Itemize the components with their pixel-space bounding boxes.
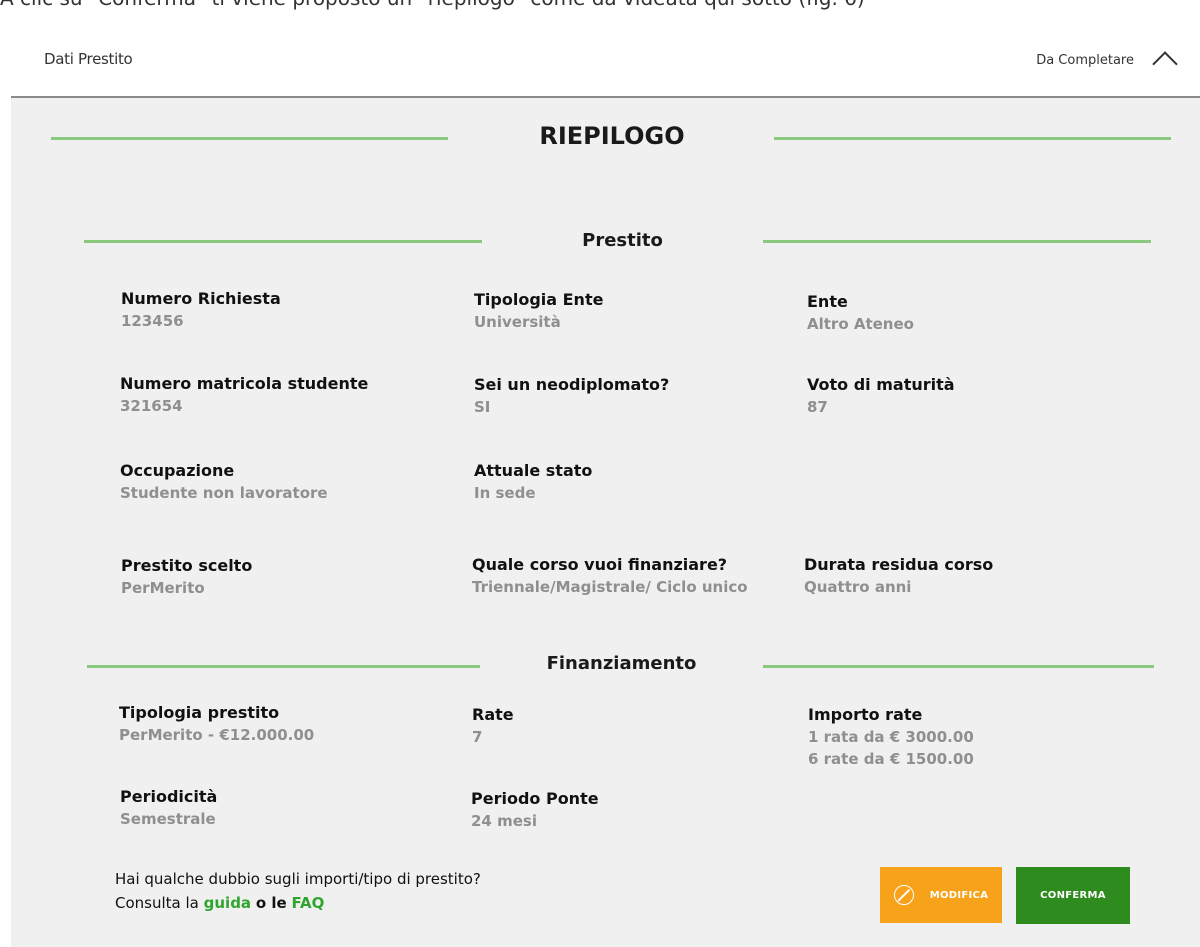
field-importo-rate: Importo rate 1 rata da € 3000.00 6 rate …: [808, 704, 974, 770]
help-text: Hai qualche dubbio sugli importi/tipo di…: [115, 867, 481, 915]
field-value: Altro Ateneo: [807, 315, 914, 333]
field-value: 321654: [120, 397, 183, 415]
field-numero-richiesta: Numero Richiesta 123456: [121, 288, 281, 332]
divider-line: [84, 240, 482, 243]
field-value: 6 rate da € 1500.00: [808, 750, 974, 768]
field-voto: Voto di maturità 87: [807, 374, 955, 418]
field-label: Voto di maturità: [807, 375, 955, 394]
divider-line: [763, 240, 1151, 243]
status-label: Da Completare: [1036, 53, 1134, 68]
field-value: 123456: [121, 312, 184, 330]
field-prestito-scelto: Prestito scelto PerMerito: [121, 555, 252, 599]
divider-line: [774, 137, 1171, 140]
field-label: Ente: [807, 292, 848, 311]
field-value: PerMerito: [121, 579, 205, 597]
field-label: Tipologia prestito: [119, 703, 280, 722]
field-value: Studente non lavoratore: [120, 484, 328, 502]
field-value: Semestrale: [120, 810, 216, 828]
field-label: Quale corso vuoi finanziare?: [472, 555, 728, 574]
field-corso: Quale corso vuoi finanziare? Triennale/M…: [472, 554, 748, 598]
field-label: Tipologia Ente: [474, 290, 604, 309]
field-ente: Ente Altro Ateneo: [807, 291, 914, 335]
field-occupazione: Occupazione Studente non lavoratore: [120, 460, 328, 504]
field-value: 24 mesi: [471, 812, 537, 830]
field-value: PerMerito - €12.000.00: [119, 726, 315, 744]
field-value: Quattro anni: [804, 578, 912, 596]
field-value: Università: [474, 313, 561, 331]
help-prefix: Consulta la: [115, 894, 199, 912]
conferma-label: CONFERMA: [1040, 890, 1106, 901]
guida-link[interactable]: guida: [204, 894, 251, 912]
prestito-title: Prestito: [582, 230, 663, 251]
field-label: Importo rate: [808, 705, 923, 724]
field-value: 1 rata da € 3000.00: [808, 728, 974, 746]
field-value: SI: [474, 398, 491, 416]
field-value: 87: [807, 398, 828, 416]
section-header[interactable]: Dati Prestito Da Completare: [11, 22, 1200, 98]
field-durata: Durata residua corso Quattro anni: [804, 554, 993, 598]
caption-text: A clic su "Conferma" ti viene proposto u…: [0, 0, 1200, 10]
field-periodo-ponte: Periodo Ponte 24 mesi: [471, 788, 599, 832]
field-label: Periodo Ponte: [471, 789, 599, 808]
divider-line: [51, 137, 448, 140]
field-label: Durata residua corso: [804, 555, 994, 574]
field-label: Numero Richiesta: [121, 289, 281, 308]
faq-link[interactable]: FAQ: [291, 894, 324, 912]
field-label: Sei un neodiplomato?: [474, 375, 670, 394]
field-label: Rate: [472, 705, 514, 724]
modifica-label: MODIFICA: [929, 889, 989, 901]
field-label: Periodicità: [120, 787, 218, 806]
field-value: In sede: [474, 484, 536, 502]
ban-icon: [893, 885, 914, 905]
chevron-up-icon[interactable]: [1152, 51, 1178, 77]
help-line-1: Hai qualche dubbio sugli importi/tipo di…: [115, 870, 481, 888]
help-middle: o le: [255, 894, 287, 912]
conferma-button[interactable]: CONFERMA: [1016, 867, 1130, 924]
field-periodicita: Periodicità Semestrale: [120, 786, 217, 830]
finanziamento-title: Finanziamento: [546, 653, 697, 674]
field-label: Attuale stato: [474, 461, 593, 480]
field-value: Triennale/Magistrale/ Ciclo unico: [472, 578, 748, 596]
modifica-button[interactable]: MODIFICA: [880, 867, 1002, 923]
field-stato: Attuale stato In sede: [474, 460, 592, 504]
field-value: 7: [472, 728, 483, 746]
summary-title: RIEPILOGO: [539, 122, 685, 150]
field-tipologia-prestito: Tipologia prestito PerMerito - €12.000.0…: [119, 702, 314, 746]
field-label: Prestito scelto: [121, 556, 253, 575]
section-title: Dati Prestito: [44, 50, 133, 68]
divider-line: [87, 665, 480, 668]
field-neodiplomato: Sei un neodiplomato? SI: [474, 374, 669, 418]
help-line-2: Consulta la guida o le FAQ: [115, 891, 481, 915]
field-matricola: Numero matricola studente 321654: [120, 373, 368, 417]
field-label: Numero matricola studente: [120, 374, 369, 393]
field-rate: Rate 7: [472, 704, 514, 748]
field-tipologia-ente: Tipologia Ente Università: [474, 289, 603, 333]
field-label: Occupazione: [120, 461, 235, 480]
divider-line: [763, 665, 1154, 668]
